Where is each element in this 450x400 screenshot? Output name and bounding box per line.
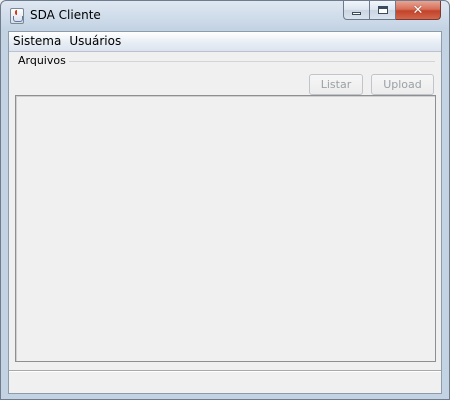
minimize-button[interactable] — [343, 1, 370, 20]
cup-icon-part — [13, 16, 23, 22]
status-bar — [9, 370, 441, 393]
minimize-icon — [352, 11, 361, 15]
close-icon: ✕ — [412, 2, 424, 18]
menu-bar: Sistema Usuários — [9, 32, 441, 52]
menu-usuarios[interactable]: Usuários — [65, 32, 125, 51]
client-area: Sistema Usuários Arquivos Listar Upload — [8, 31, 442, 394]
upload-button[interactable]: Upload — [371, 74, 434, 95]
menu-sistema[interactable]: Sistema — [9, 32, 65, 51]
java-cup-icon[interactable] — [10, 8, 24, 24]
listar-button[interactable]: Listar — [309, 74, 363, 95]
maximize-button[interactable] — [370, 1, 396, 20]
title-bar[interactable]: SDA Cliente ✕ — [1, 1, 449, 31]
window-controls: ✕ — [343, 1, 441, 21]
steam-icon-part — [15, 10, 20, 15]
files-section-title: Arquivos — [18, 54, 66, 67]
app-window: SDA Cliente ✕ Sistema Usuários Arquivos … — [0, 0, 450, 400]
file-list[interactable] — [15, 95, 436, 362]
section-divider — [69, 61, 435, 62]
maximize-icon — [377, 6, 388, 14]
close-button[interactable]: ✕ — [396, 1, 441, 20]
window-title: SDA Cliente — [30, 8, 101, 22]
